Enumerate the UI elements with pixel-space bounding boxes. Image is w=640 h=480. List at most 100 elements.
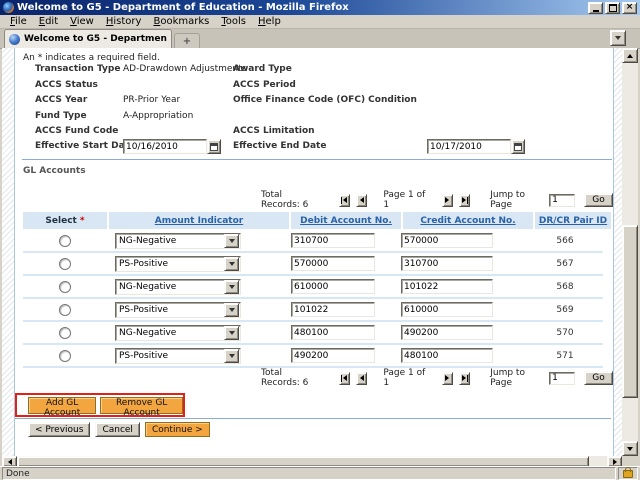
remove-gl-account-button[interactable]: Remove GL Account (100, 397, 183, 414)
go-button[interactable]: Go (584, 371, 613, 385)
header-debit-link[interactable]: Debit Account No. (300, 216, 392, 226)
dropdown-arrow-button[interactable] (224, 303, 239, 317)
credit-account-input[interactable] (401, 302, 493, 317)
start-date-calendar-button[interactable] (207, 139, 221, 154)
debit-account-input[interactable] (291, 325, 375, 340)
credit-account-input[interactable] (401, 348, 493, 363)
select-radio[interactable] (59, 350, 71, 362)
header-credit-link[interactable]: Credit Account No. (420, 216, 515, 226)
scroll-down-button[interactable] (622, 441, 638, 456)
select-radio[interactable] (59, 235, 71, 247)
end-date-calendar-button[interactable] (511, 139, 525, 154)
chevron-down-icon (229, 285, 235, 289)
amount-indicator-select[interactable]: PS-Positive (115, 302, 241, 318)
header-pair-link[interactable]: DR/CR Pair ID (539, 216, 607, 226)
triangle-right-icon (613, 459, 617, 465)
amount-indicator-value: PS-Positive (116, 305, 168, 315)
close-icon: × (626, 3, 634, 12)
credit-account-input[interactable] (401, 325, 493, 340)
select-radio[interactable] (59, 258, 71, 270)
go-button[interactable]: Go (584, 193, 613, 207)
menu-tools[interactable]: Tools (215, 16, 252, 27)
amount-indicator-select[interactable]: PS-Positive (115, 256, 241, 272)
debit-account-input[interactable] (291, 302, 375, 317)
first-page-button[interactable] (339, 372, 350, 385)
effective-start-date-input[interactable] (123, 139, 207, 154)
credit-account-input[interactable] (401, 256, 493, 271)
dropdown-arrow-button[interactable] (224, 349, 239, 363)
page-content: An * indicates a required field. Transac… (14, 48, 614, 456)
title-bar[interactable]: Welcome to G5 - Department of Education … (0, 0, 640, 15)
jump-to-page-input[interactable] (549, 372, 575, 385)
amount-indicator-select[interactable]: PS-Positive (115, 348, 241, 364)
new-tab-button[interactable]: + (174, 33, 200, 48)
table-row: NG-Negative 566 (23, 230, 603, 253)
jump-to-page-label: Jump to Page (490, 368, 540, 388)
select-radio[interactable] (59, 304, 71, 316)
header-debit-account[interactable]: Debit Account No. (291, 212, 401, 229)
pagination-bottom: Total Records: 6 Page 1 of 1 Jump to Pag… (261, 371, 613, 385)
debit-account-input[interactable] (291, 348, 375, 363)
first-page-button[interactable] (339, 194, 350, 207)
security-panel[interactable] (618, 467, 638, 480)
table-row: PS-Positive 569 (23, 299, 603, 322)
status-text-panel: Done (2, 467, 616, 480)
cancel-button[interactable]: Cancel (95, 422, 140, 437)
menu-file[interactable]: File (4, 16, 33, 27)
previous-page-button[interactable] (356, 372, 367, 385)
dropdown-arrow-button[interactable] (224, 280, 239, 294)
dropdown-arrow-button[interactable] (224, 257, 239, 271)
amount-indicator-select[interactable]: NG-Negative (115, 233, 241, 249)
tab-welcome-g5[interactable]: Welcome to G5 - Department of Edu... (4, 29, 172, 48)
tab-title: Welcome to G5 - Department of Edu... (24, 34, 167, 44)
vertical-scroll-thumb[interactable] (622, 225, 638, 398)
gl-accounts-section-title: GL Accounts (23, 166, 86, 176)
debit-account-input[interactable] (291, 233, 375, 248)
add-gl-account-button[interactable]: Add GL Account (28, 397, 96, 414)
triangle-right-icon (445, 197, 449, 203)
previous-page-button[interactable] (356, 194, 367, 207)
dropdown-arrow-button[interactable] (224, 326, 239, 340)
credit-account-input[interactable] (401, 279, 493, 294)
continue-button[interactable]: Continue > (145, 422, 210, 437)
select-radio[interactable] (59, 281, 71, 293)
close-button[interactable]: × (622, 2, 637, 14)
menu-bookmarks[interactable]: Bookmarks (147, 16, 215, 27)
menu-help[interactable]: Help (252, 16, 287, 27)
last-page-button[interactable] (459, 194, 470, 207)
dropdown-arrow-button[interactable] (224, 234, 239, 248)
status-text: Done (6, 469, 30, 479)
chevron-down-icon (229, 354, 235, 358)
amount-indicator-value: NG-Negative (116, 328, 176, 338)
header-amount-link[interactable]: Amount Indicator (155, 216, 243, 226)
debit-account-input[interactable] (291, 256, 375, 271)
field-label-fund-type: Fund Type (35, 111, 87, 121)
last-page-button[interactable] (459, 372, 470, 385)
first-page-icon (341, 197, 342, 204)
triangle-left-icon (360, 197, 364, 203)
previous-button[interactable]: < Previous (28, 422, 90, 437)
menu-history[interactable]: History (100, 16, 148, 27)
section-divider (15, 418, 611, 419)
amount-indicator-select[interactable]: NG-Negative (115, 279, 241, 295)
effective-end-date-input[interactable] (427, 139, 511, 154)
credit-account-input[interactable] (401, 233, 493, 248)
header-pair-id[interactable]: DR/CR Pair ID (535, 212, 611, 229)
header-select: Select* (23, 212, 107, 229)
minimize-button[interactable] (588, 2, 603, 14)
select-radio[interactable] (59, 327, 71, 339)
debit-account-input[interactable] (291, 279, 375, 294)
restore-button[interactable] (605, 2, 620, 14)
list-all-tabs-button[interactable] (610, 30, 626, 46)
triangle-right-icon (462, 197, 466, 203)
next-page-button[interactable] (442, 194, 453, 207)
next-page-button[interactable] (442, 372, 453, 385)
menu-view[interactable]: View (64, 16, 100, 27)
jump-to-page-input[interactable] (549, 194, 575, 207)
header-amount-indicator[interactable]: Amount Indicator (109, 212, 289, 229)
header-credit-account[interactable]: Credit Account No. (403, 212, 533, 229)
amount-indicator-select[interactable]: NG-Negative (115, 325, 241, 341)
menu-edit[interactable]: Edit (33, 16, 64, 27)
vertical-scrollbar[interactable] (622, 48, 638, 456)
scroll-up-button[interactable] (622, 48, 638, 63)
